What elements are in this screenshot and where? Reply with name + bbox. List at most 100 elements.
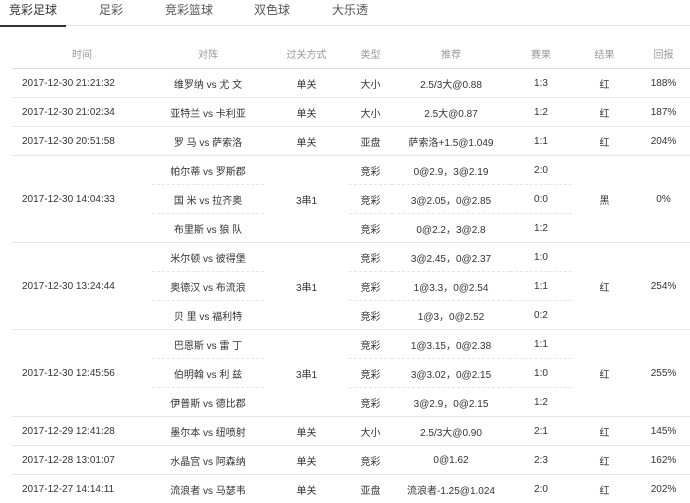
pass-mode: 单关 xyxy=(264,69,349,98)
match-teams: 伊普斯 vs 德比郡 xyxy=(152,388,264,417)
match-score: 1:3 xyxy=(510,69,572,98)
bet-result: 红 xyxy=(572,446,637,475)
recommendation: 2.5/3大@0.90 xyxy=(392,417,510,446)
bet-time: 2017-12-30 13:24:44 xyxy=(12,243,152,330)
bet-result: 红 xyxy=(572,330,637,417)
match-score: 1:1 xyxy=(510,330,572,359)
header-score: 赛果 xyxy=(510,38,572,69)
table-row: 2017-12-30 12:45:56巴恩斯 vs 雷 丁3串1竞彩1@3.15… xyxy=(12,330,690,359)
recommendation: 0@2.2，3@2.8 xyxy=(392,214,510,243)
recommendation: 3@2.05，0@2.85 xyxy=(392,185,510,214)
bet-result: 红 xyxy=(572,475,637,503)
table-header: 时间 对阵 过关方式 类型 推荐 赛果 结果 回报 xyxy=(12,38,690,69)
header-result: 结果 xyxy=(572,38,637,69)
bet-return: 162% xyxy=(637,446,690,475)
bet-type: 竞彩 xyxy=(349,156,392,185)
bet-result: 红 xyxy=(572,127,637,156)
match-teams: 亚特兰 vs 卡利亚 xyxy=(152,98,264,127)
table-row: 2017-12-30 21:02:34亚特兰 vs 卡利亚单关大小2.5大@0.… xyxy=(12,98,690,127)
pass-mode: 单关 xyxy=(264,446,349,475)
recommendation: 0@1.62 xyxy=(392,446,510,475)
bet-time: 2017-12-30 20:51:58 xyxy=(12,127,152,156)
history-table: 时间 对阵 过关方式 类型 推荐 赛果 结果 回报 2017-12-30 21:… xyxy=(12,38,690,503)
bet-return: 202% xyxy=(637,475,690,503)
match-teams: 奥德汉 vs 布流浪 xyxy=(152,272,264,301)
match-score: 1:0 xyxy=(510,359,572,388)
match-score: 0:0 xyxy=(510,185,572,214)
pass-mode: 3串1 xyxy=(264,156,349,243)
recommendation: 1@3.3，0@2.54 xyxy=(392,272,510,301)
match-score: 1:2 xyxy=(510,98,572,127)
pass-mode: 3串1 xyxy=(264,243,349,330)
pass-mode: 单关 xyxy=(264,127,349,156)
header-mode: 过关方式 xyxy=(264,38,349,69)
match-teams: 伯明翰 vs 利 兹 xyxy=(152,359,264,388)
recommendation: 2.5大@0.87 xyxy=(392,98,510,127)
recommendation: 1@3.15，0@2.38 xyxy=(392,330,510,359)
match-teams: 帕尔蒂 vs 罗斯郡 xyxy=(152,156,264,185)
match-score: 2:1 xyxy=(510,417,572,446)
recommendation: 0@2.9，3@2.19 xyxy=(392,156,510,185)
match-score: 1:1 xyxy=(510,127,572,156)
match-teams: 维罗纳 vs 尤 文 xyxy=(152,69,264,98)
tab-zucai[interactable]: 足彩 xyxy=(88,0,134,26)
header-time: 时间 xyxy=(12,38,152,69)
bet-type: 竞彩 xyxy=(349,214,392,243)
bet-result: 黑 xyxy=(572,156,637,243)
recommendation: 1@3，0@2.52 xyxy=(392,301,510,330)
table-row: 2017-12-30 20:51:58罗 马 vs 萨索洛单关亚盘萨索洛+1.5… xyxy=(12,127,690,156)
match-teams: 贝 里 vs 福利特 xyxy=(152,301,264,330)
bet-time: 2017-12-29 12:41:28 xyxy=(12,417,152,446)
bet-type: 亚盘 xyxy=(349,127,392,156)
table-row: 2017-12-30 21:21:32维罗纳 vs 尤 文单关大小2.5/3大@… xyxy=(12,69,690,98)
header-pick: 推荐 xyxy=(392,38,510,69)
bet-time: 2017-12-27 14:14:11 xyxy=(12,475,152,503)
bet-result: 红 xyxy=(572,98,637,127)
bet-result: 红 xyxy=(572,243,637,330)
match-teams: 国 米 vs 拉齐奥 xyxy=(152,185,264,214)
tab-dlt[interactable]: 大乐透 xyxy=(322,0,378,26)
recommendation: 萨索洛+1.5@1.049 xyxy=(392,127,510,156)
match-teams: 巴恩斯 vs 雷 丁 xyxy=(152,330,264,359)
bet-time: 2017-12-28 13:01:07 xyxy=(12,446,152,475)
recommendation: 3@2.9，0@2.15 xyxy=(392,388,510,417)
bet-time: 2017-12-30 21:21:32 xyxy=(12,69,152,98)
tab-jczq[interactable]: 竞彩足球 xyxy=(0,0,66,26)
match-teams: 流浪者 vs 马瑟韦 xyxy=(152,475,264,503)
bet-return: 187% xyxy=(637,98,690,127)
recommendation: 流浪者-1.25@1.024 xyxy=(392,475,510,503)
match-score: 2:0 xyxy=(510,475,572,503)
recommendation: 3@3.02，0@2.15 xyxy=(392,359,510,388)
bet-type: 竞彩 xyxy=(349,185,392,214)
bet-return: 0% xyxy=(637,156,690,243)
bet-return: 254% xyxy=(637,243,690,330)
match-score: 1:1 xyxy=(510,272,572,301)
match-teams: 罗 马 vs 萨索洛 xyxy=(152,127,264,156)
tab-ssq[interactable]: 双色球 xyxy=(244,0,300,26)
match-score: 2:3 xyxy=(510,446,572,475)
bet-return: 204% xyxy=(637,127,690,156)
recommendation: 2.5/3大@0.88 xyxy=(392,69,510,98)
header-type: 类型 xyxy=(349,38,392,69)
tab-jclq[interactable]: 竞彩篮球 xyxy=(156,0,222,26)
bet-type: 竞彩 xyxy=(349,388,392,417)
bet-return: 255% xyxy=(637,330,690,417)
lottery-tabs: 竞彩足球 足彩 竞彩篮球 双色球 大乐透 xyxy=(0,0,690,26)
bet-time: 2017-12-30 21:02:34 xyxy=(12,98,152,127)
recommendation: 3@2.45，0@2.37 xyxy=(392,243,510,272)
match-score: 0:2 xyxy=(510,301,572,330)
bet-type: 竞彩 xyxy=(349,330,392,359)
table-body: 2017-12-30 21:21:32维罗纳 vs 尤 文单关大小2.5/3大@… xyxy=(12,69,690,503)
match-score: 1:2 xyxy=(510,214,572,243)
pass-mode: 单关 xyxy=(264,417,349,446)
bet-type: 大小 xyxy=(349,98,392,127)
bet-type: 竞彩 xyxy=(349,301,392,330)
match-score: 1:2 xyxy=(510,388,572,417)
pass-mode: 单关 xyxy=(264,98,349,127)
bet-type: 大小 xyxy=(349,417,392,446)
bet-return: 188% xyxy=(637,69,690,98)
table-row: 2017-12-29 12:41:28墨尔本 vs 纽喷射单关大小2.5/3大@… xyxy=(12,417,690,446)
match-score: 2:0 xyxy=(510,156,572,185)
table-row: 2017-12-28 13:01:07水晶宫 vs 阿森纳单关竞彩0@1.622… xyxy=(12,446,690,475)
table-row: 2017-12-30 14:04:33帕尔蒂 vs 罗斯郡3串1竞彩0@2.9，… xyxy=(12,156,690,185)
